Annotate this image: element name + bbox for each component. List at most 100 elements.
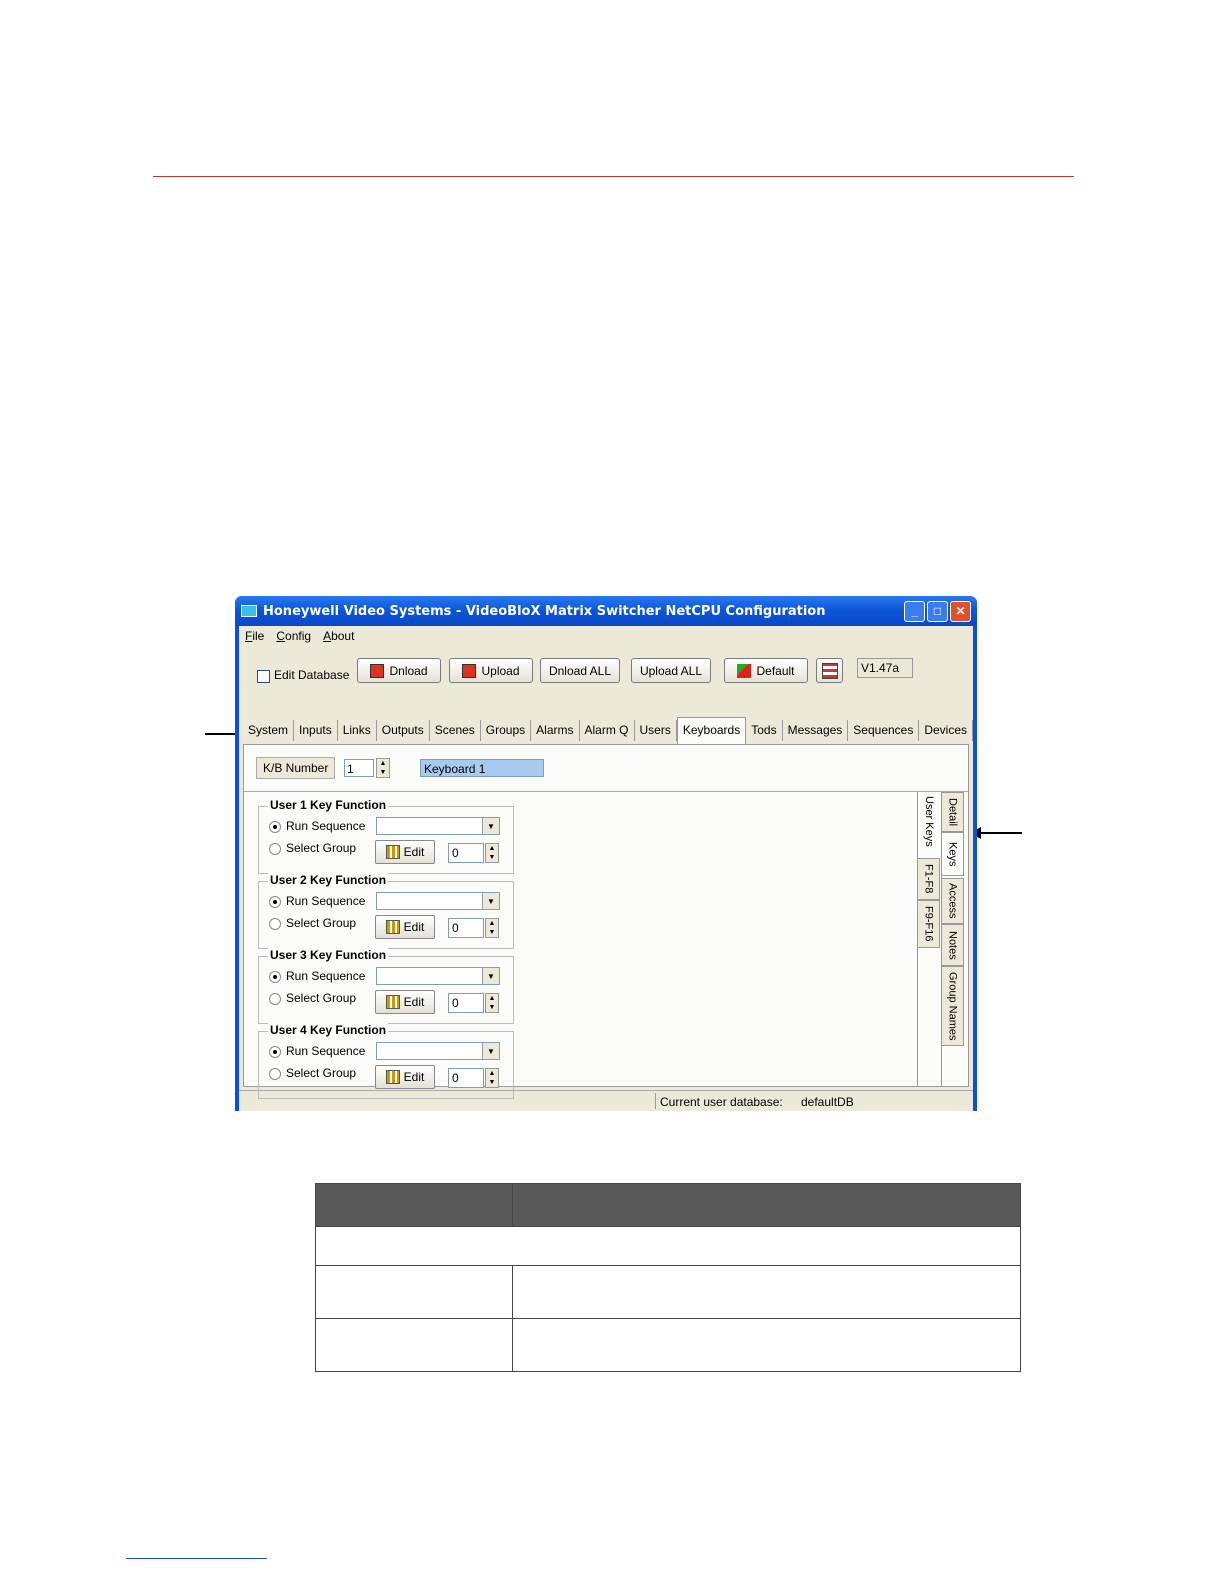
kb-number-spinner[interactable]: ▲ ▼ [376, 758, 390, 778]
chevron-down-icon[interactable]: ▼ [482, 1043, 499, 1059]
edit-database-checkbox[interactable] [257, 670, 270, 683]
group-number-spinner[interactable]: ▲ ▼ [485, 993, 499, 1013]
group-number-spinner[interactable]: ▲ ▼ [485, 918, 499, 938]
status-divider [655, 1093, 656, 1109]
vtab-keys[interactable]: Keys [942, 832, 964, 876]
tab-messages[interactable]: Messages [783, 720, 849, 741]
tab-sequences[interactable]: Sequences [848, 720, 920, 741]
kb-number-input[interactable]: 1 [344, 759, 374, 777]
sequence-combo[interactable]: ▼ [376, 967, 500, 985]
edit-label: Edit [403, 920, 425, 934]
vtab-detail[interactable]: Detail [942, 792, 964, 832]
select-group-radio[interactable] [269, 918, 281, 930]
group-number-spinner[interactable]: ▲ ▼ [485, 843, 499, 863]
edit-icon [385, 920, 400, 934]
upload-icon [462, 663, 477, 678]
tab-tods[interactable]: Tods [746, 720, 783, 741]
status-db-label: Current user database: [660, 1095, 783, 1109]
tab-keyboards[interactable]: Keyboards [676, 717, 747, 744]
title-bar[interactable]: Honeywell Video Systems - VideoBloX Matr… [235, 596, 977, 626]
minimize-button[interactable]: _ [904, 600, 925, 622]
spin-down-icon: ▼ [379, 769, 387, 776]
tab-users[interactable]: Users [635, 720, 677, 741]
kb-number-label: K/B Number [256, 757, 336, 779]
dnload-all-button[interactable]: Dnload ALL [540, 658, 620, 683]
run-sequence-radio[interactable] [269, 896, 281, 908]
tab-links[interactable]: Links [338, 720, 377, 741]
select-group-radio[interactable] [269, 993, 281, 1005]
user-key-group: User 4 Key Function Run Sequence Select … [258, 1023, 514, 1099]
edit-button[interactable]: Edit [375, 915, 435, 939]
select-group-label: Select Group [286, 1066, 357, 1080]
edit-button[interactable]: Edit [375, 840, 435, 864]
menu-config[interactable]: Config [276, 629, 311, 643]
group-number-input[interactable]: 0 [448, 993, 484, 1013]
spin-down-icon: ▼ [488, 1079, 496, 1086]
vtab-f9-f16[interactable]: F9-F16 [918, 900, 940, 948]
select-group-label: Select Group [286, 916, 357, 930]
chevron-down-icon[interactable]: ▼ [482, 818, 499, 834]
header-rule [153, 176, 1074, 177]
chevron-down-icon[interactable]: ▼ [482, 968, 499, 984]
status-db-value: defaultDB [801, 1095, 854, 1109]
network-button[interactable] [816, 658, 843, 683]
sequence-combo[interactable]: ▼ [376, 892, 500, 910]
vtab-f1-f8[interactable]: F1-F8 [918, 858, 940, 900]
chevron-down-icon[interactable]: ▼ [482, 893, 499, 909]
spin-up-icon: ▲ [488, 1070, 496, 1077]
vtab-notes[interactable]: Notes [942, 924, 964, 966]
brush-icon [737, 663, 752, 678]
edit-button[interactable]: Edit [375, 990, 435, 1014]
group-number-spinner[interactable]: ▲ ▼ [485, 1068, 499, 1088]
vtab-group-names[interactable]: Group Names [942, 966, 964, 1046]
tab-system[interactable]: System [243, 720, 295, 741]
window-title: Honeywell Video Systems - VideoBloX Matr… [263, 603, 826, 619]
group-number-input[interactable]: 0 [448, 843, 484, 863]
table-cell [512, 1265, 1021, 1319]
table-cell [315, 1226, 1021, 1266]
spin-up-icon: ▲ [379, 760, 387, 767]
run-sequence-radio[interactable] [269, 1046, 281, 1058]
tab-inputs[interactable]: Inputs [294, 720, 338, 741]
select-group-radio[interactable] [269, 1068, 281, 1080]
sequence-combo[interactable]: ▼ [376, 1042, 500, 1060]
app-window: Honeywell Video Systems - VideoBloX Matr… [235, 596, 977, 1111]
tab-alarm-q[interactable]: Alarm Q [580, 720, 635, 741]
close-button[interactable]: ✕ [950, 600, 971, 622]
edit-label: Edit [403, 995, 425, 1009]
select-group-radio[interactable] [269, 843, 281, 855]
outer-vertical-tabs: Detail Keys Access Notes Group Names [941, 792, 966, 1086]
run-sequence-radio[interactable] [269, 971, 281, 983]
window-client: File Config About Edit Database Dnload U… [239, 626, 974, 1111]
default-button[interactable]: Default [724, 658, 808, 683]
vtab-access[interactable]: Access [942, 878, 964, 924]
tab-alarms[interactable]: Alarms [531, 720, 580, 741]
sequence-combo[interactable]: ▼ [376, 817, 500, 835]
group-title: User 2 Key Function [268, 873, 389, 887]
menu-about[interactable]: About [323, 629, 354, 643]
tab-groups[interactable]: Groups [481, 720, 532, 741]
download-icon [370, 663, 385, 678]
dnload-button[interactable]: Dnload [357, 658, 441, 683]
menu-file[interactable]: File [245, 629, 264, 643]
menu-bar: File Config About [239, 626, 973, 646]
edit-button[interactable]: Edit [375, 1065, 435, 1089]
group-number-input[interactable]: 0 [448, 918, 484, 938]
inner-vertical-tabs: User Keys F1-F8 F9-F16 [917, 792, 940, 1086]
footer-rule [126, 1558, 267, 1559]
user-key-group: User 2 Key Function Run Sequence Select … [258, 873, 514, 949]
upload-all-button[interactable]: Upload ALL [631, 658, 711, 683]
maximize-button[interactable]: □ [927, 600, 948, 622]
tab-devices[interactable]: Devices [919, 720, 974, 741]
table-cell [512, 1318, 1021, 1372]
vtab-user-keys[interactable]: User Keys [918, 792, 940, 850]
tab-scenes[interactable]: Scenes [430, 720, 481, 741]
group-number-input[interactable]: 0 [448, 1068, 484, 1088]
upload-button[interactable]: Upload [449, 658, 533, 683]
edit-database-label: Edit Database [274, 668, 350, 682]
run-sequence-radio[interactable] [269, 821, 281, 833]
table-row [315, 1318, 1021, 1372]
run-sequence-label: Run Sequence [286, 969, 366, 983]
tab-outputs[interactable]: Outputs [377, 720, 430, 741]
keyboard-name-field[interactable]: Keyboard 1 [420, 759, 544, 777]
